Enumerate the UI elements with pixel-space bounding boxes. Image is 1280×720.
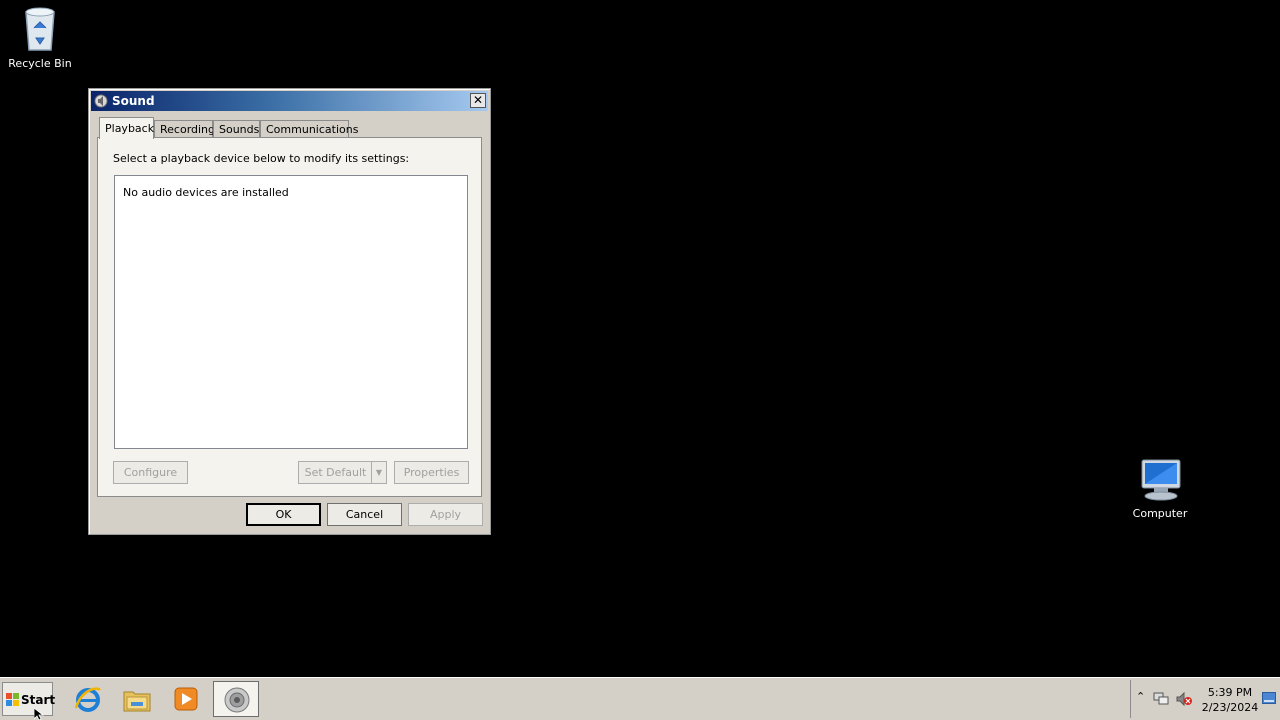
sound-icon [224, 687, 250, 713]
start-label: Start [21, 693, 56, 707]
show-desktop-icon[interactable] [1262, 692, 1276, 704]
clock-time: 5:39 PM [1207, 686, 1253, 699]
tab-recording[interactable]: Recording [154, 120, 216, 138]
show-hidden-icons-button[interactable]: ⌃ [1136, 690, 1145, 703]
close-button[interactable]: ✕ [470, 93, 486, 108]
tab-communications-label: Communications [266, 123, 359, 136]
taskbar: Start ⌃ 5:39 PM 2/23/2024 [0, 677, 1280, 720]
dialog-titlebar[interactable]: Sound ✕ [91, 91, 488, 111]
configure-button-label: Configure [123, 466, 178, 479]
empty-device-message: No audio devices are installed [123, 186, 289, 199]
instruction-text: Select a playback device below to modify… [113, 152, 410, 165]
apply-button-label: Apply [429, 508, 462, 521]
properties-button[interactable]: Properties [394, 461, 469, 484]
cancel-button[interactable]: Cancel [327, 503, 402, 526]
recycle-bin-icon [25, 7, 55, 51]
computer-shortcut[interactable]: Computer [1120, 458, 1200, 520]
set-default-button-label: Set Default [304, 466, 367, 479]
recycle-bin-shortcut[interactable]: Recycle Bin [0, 6, 80, 70]
chevron-down-icon[interactable]: ▼ [371, 462, 386, 483]
properties-button-label: Properties [403, 466, 460, 479]
close-icon: ✕ [472, 93, 484, 107]
network-icon[interactable] [1153, 692, 1169, 706]
tab-sounds[interactable]: Sounds [213, 120, 260, 138]
start-button[interactable]: Start [2, 682, 56, 716]
tab-playback-label: Playback [105, 122, 155, 135]
configure-button[interactable]: Configure [113, 461, 188, 484]
tab-playback[interactable]: Playback [99, 117, 154, 139]
taskbar-windows-explorer[interactable] [114, 681, 160, 717]
tab-recording-label: Recording [160, 123, 216, 136]
taskbar-internet-explorer[interactable] [65, 681, 111, 717]
internet-explorer-icon [74, 687, 101, 712]
volume-muted-icon[interactable] [1176, 692, 1192, 706]
media-player-icon [174, 687, 198, 711]
device-list[interactable]: No audio devices are installed [114, 175, 468, 449]
taskbar-sound[interactable] [213, 681, 259, 717]
ok-button-label: OK [275, 508, 292, 521]
cancel-button-label: Cancel [345, 508, 384, 521]
windows-explorer-icon [123, 691, 151, 712]
clock[interactable]: 5:39 PM 2/23/2024 [1199, 685, 1261, 715]
system-tray: ⌃ 5:39 PM 2/23/2024 [1130, 680, 1278, 718]
sound-title-icon [94, 94, 108, 108]
computer-icon [1141, 459, 1181, 501]
clock-date: 2/23/2024 [1201, 701, 1259, 714]
tab-communications[interactable]: Communications [260, 120, 358, 138]
mouse-cursor-icon [34, 708, 44, 720]
taskbar-media-player[interactable] [163, 681, 209, 717]
windows-logo-icon [6, 693, 19, 706]
sound-dialog: Sound ✕ Playback Recording Sounds Commun… [88, 88, 491, 535]
playback-panel: Select a playback device below to modify… [97, 137, 482, 497]
dialog-title: Sound [112, 94, 155, 108]
tab-sounds-label: Sounds [219, 123, 260, 136]
recycle-bin-label: Recycle Bin [8, 57, 72, 70]
apply-button[interactable]: Apply [408, 503, 483, 526]
set-default-button[interactable]: Set Default ▼ [298, 461, 387, 484]
ok-button[interactable]: OK [246, 503, 321, 526]
computer-label: Computer [1132, 507, 1188, 520]
